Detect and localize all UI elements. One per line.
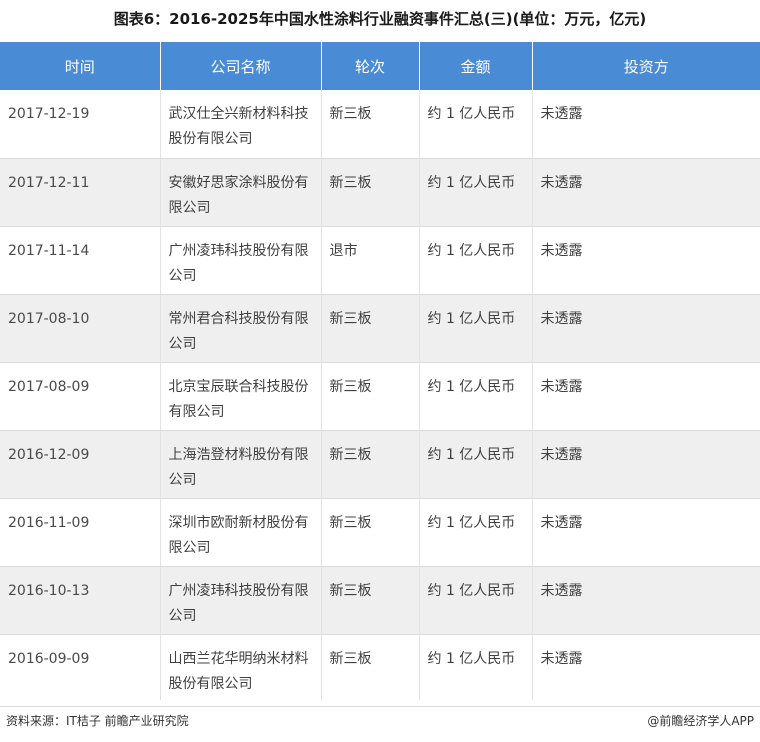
cell-amount: 约 1 亿人民币 <box>419 226 533 295</box>
footer-divider <box>0 706 760 707</box>
cell-amount: 约 1 亿人民币 <box>419 498 533 567</box>
cell-round: 退市 <box>321 226 420 295</box>
cell-company: 安徽好思家涂料股份有限公司 <box>160 158 322 227</box>
table-row: 2017-08-10 常州君合科技股份有限公司 新三板 约 1 亿人民币 未透露 <box>0 294 760 363</box>
company-name: 安徽好思家涂料股份有限公司 <box>168 174 309 216</box>
cell-round: 新三板 <box>321 362 420 431</box>
cell-investor: 未透露 <box>532 226 760 295</box>
cell-company: 上海浩登材料股份有限公司 <box>160 430 322 499</box>
page-title: 图表6：2016-2025年中国水性涂料行业融资事件汇总(三)(单位：万元，亿元… <box>113 10 647 28</box>
table-row: 2017-11-14 广州凌玮科技股份有限公司 退市 约 1 亿人民币 未透露 <box>0 226 760 295</box>
table-header-row: 时间 公司名称 轮次 金额 投资方 <box>0 42 760 90</box>
cell-amount: 约 1 亿人民币 <box>419 158 533 227</box>
table-row: 2016-12-09 上海浩登材料股份有限公司 新三板 约 1 亿人民币 未透露 <box>0 430 760 499</box>
brand-credit: @前瞻经济学人APP <box>647 714 754 728</box>
cell-amount: 约 1 亿人民币 <box>419 90 533 159</box>
company-name: 深圳市欧耐新材股份有限公司 <box>168 514 309 556</box>
company-name: 广州凌玮科技股份有限公司 <box>168 582 309 624</box>
cell-company: 常州君合科技股份有限公司 <box>160 294 322 363</box>
cell-investor: 未透露 <box>532 362 760 431</box>
cell-company: 广州凌玮科技股份有限公司 <box>160 226 322 295</box>
table-row: 2017-12-19 武汉仕全兴新材料科技股份有限公司 新三板 约 1 亿人民币… <box>0 90 760 159</box>
cell-amount: 约 1 亿人民币 <box>419 362 533 431</box>
column-header-amount: 金额 <box>419 42 533 90</box>
cell-round: 新三板 <box>321 90 420 159</box>
table-row: 2017-12-11 安徽好思家涂料股份有限公司 新三板 约 1 亿人民币 未透… <box>0 158 760 227</box>
cell-date: 2017-11-14 <box>0 226 161 295</box>
cell-investor: 未透露 <box>532 294 760 363</box>
cell-amount: 约 1 亿人民币 <box>419 294 533 363</box>
cell-company: 山西兰花华明纳米材料股份有限公司 <box>160 634 322 700</box>
cell-investor: 未透露 <box>532 498 760 567</box>
cell-date: 2016-12-09 <box>0 430 161 499</box>
cell-date: 2017-08-10 <box>0 294 161 363</box>
cell-round: 新三板 <box>321 158 420 227</box>
cell-date: 2017-12-11 <box>0 158 161 227</box>
cell-date: 2016-10-13 <box>0 566 161 635</box>
company-name: 北京宝辰联合科技股份有限公司 <box>168 378 309 420</box>
cell-investor: 未透露 <box>532 158 760 227</box>
cell-investor: 未透露 <box>532 566 760 635</box>
cell-amount: 约 1 亿人民币 <box>419 566 533 635</box>
table-row: 2016-10-13 广州凌玮科技股份有限公司 新三板 约 1 亿人民币 未透露 <box>0 566 760 635</box>
company-name: 山西兰花华明纳米材料股份有限公司 <box>168 650 309 692</box>
column-header-company: 公司名称 <box>160 42 322 90</box>
cell-company: 深圳市欧耐新材股份有限公司 <box>160 498 322 567</box>
table-row: 2016-11-09 深圳市欧耐新材股份有限公司 新三板 约 1 亿人民币 未透… <box>0 498 760 567</box>
cell-amount: 约 1 亿人民币 <box>419 634 533 700</box>
cell-date: 2017-08-09 <box>0 362 161 431</box>
company-name: 常州君合科技股份有限公司 <box>168 310 309 352</box>
cell-company: 武汉仕全兴新材料科技股份有限公司 <box>160 90 322 159</box>
cell-investor: 未透露 <box>532 634 760 700</box>
table-row: 2017-08-09 北京宝辰联合科技股份有限公司 新三板 约 1 亿人民币 未… <box>0 362 760 431</box>
column-header-investor: 投资方 <box>532 42 760 90</box>
cell-date: 2016-09-09 <box>0 634 161 700</box>
cell-round: 新三板 <box>321 430 420 499</box>
source-note: 资料来源：IT桔子 前瞻产业研究院 <box>6 714 189 728</box>
column-header-date: 时间 <box>0 42 161 90</box>
cell-amount: 约 1 亿人民币 <box>419 430 533 499</box>
company-name: 武汉仕全兴新材料科技股份有限公司 <box>168 106 309 147</box>
company-name: 广州凌玮科技股份有限公司 <box>168 242 309 284</box>
cell-round: 新三板 <box>321 294 420 363</box>
cell-round: 新三板 <box>321 634 420 700</box>
financing-events-table: 时间 公司名称 轮次 金额 投资方 2017-12-19 武汉仕全兴新材料科技股… <box>0 42 760 700</box>
cell-company: 广州凌玮科技股份有限公司 <box>160 566 322 635</box>
cell-round: 新三板 <box>321 498 420 567</box>
cell-date: 2016-11-09 <box>0 498 161 567</box>
column-header-round: 轮次 <box>321 42 420 90</box>
cell-date: 2017-12-19 <box>0 90 161 159</box>
table-row: 2016-09-09 山西兰花华明纳米材料股份有限公司 新三板 约 1 亿人民币… <box>0 634 760 700</box>
company-name: 上海浩登材料股份有限公司 <box>168 446 309 488</box>
cell-investor: 未透露 <box>532 430 760 499</box>
cell-company: 北京宝辰联合科技股份有限公司 <box>160 362 322 431</box>
cell-round: 新三板 <box>321 566 420 635</box>
cell-investor: 未透露 <box>532 90 760 159</box>
